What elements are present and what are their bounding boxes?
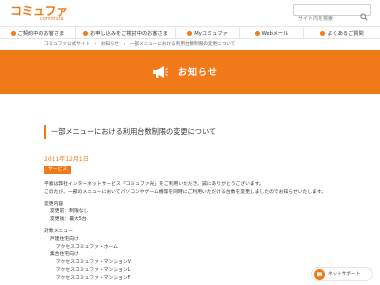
nav-item-label: お申し込みをご検討中のお客さま [90,30,168,37]
search-input[interactable] [294,14,356,24]
page-title: お知らせ [178,68,218,78]
body-line: アクセスコミュファ・ホーム [56,244,118,250]
article-title: 一部メニューにおける利用台数制限の変更について [44,125,340,139]
section-heading: 変更内容 [44,201,64,207]
support-label: ネットサポート [328,272,361,277]
nav-item-current-customers[interactable]: ご契約中のお客さま [0,27,76,39]
breadcrumb-separator: › [94,42,97,47]
nav-item-label: Myコミュファ [194,30,228,37]
nav-bullet-icon [187,30,193,36]
body-line: このたび、一部のメニューにおいてパソコンやゲーム機等を同時にご利用いただける台数… [44,189,327,195]
breadcrumb-link-news[interactable]: お知らせ [101,42,119,47]
logo-sub: commufa [40,16,64,22]
breadcrumb-separator: › [123,42,126,47]
body-line: 平素は弊社インターネットサービス「コミュファ光」をご利用いただき、誠にありがとう… [44,182,264,187]
page-banner: お知らせ [0,50,380,94]
breadcrumb-current: 一部メニューにおける利用台数制限の変更について [129,42,236,47]
nav-item-label: Webメール [261,30,289,37]
section-heading: 対象メニュー [44,228,73,234]
category-badge: サービス [44,166,72,174]
nav-bullet-icon [83,30,89,36]
nav-bullet-icon [320,30,326,36]
body-line: 変更前：制限なし [50,209,89,215]
article-date: 2011年12月1日 [44,156,89,163]
breadcrumb: コミュファ公式サイト › お知らせ › 一部メニューにおける利用台数制限の変更に… [44,41,238,47]
body-line: アクセスコミュファ・マンションL [56,267,131,273]
body-line: アクセスコミュファ・マンションF [56,275,131,281]
article-body: 平素は弊社インターネットサービス「コミュファ光」をご利用いただき、誠にありがとう… [44,181,354,283]
global-nav: ご契約中のお客さま お申し込みをご検討中のお客さま Myコミュファ Webメール… [0,26,380,39]
search-icon[interactable] [360,6,368,21]
body-line: 変更後：最大5台 [50,217,87,223]
nav-bullet-icon [254,30,260,36]
commufa-logo[interactable]: コミュファ commufa [10,5,70,23]
nav-item-mycommufa[interactable]: Myコミュファ [176,27,240,39]
support-chat-icon [314,268,325,280]
body-line: 集合住宅向け [50,252,79,258]
megaphone-icon [152,64,168,78]
nav-item-label: よくあるご質問 [327,30,364,37]
nav-item-faq[interactable]: よくあるご質問 [304,27,380,39]
body-line: 戸建住宅向け [50,236,79,242]
body-line: アクセスコミュファ・マンションV [56,260,131,266]
nav-item-prospective-customers[interactable]: お申し込みをご検討中のお客さま [76,27,176,39]
nav-item-label: ご契約中のお客さま [17,30,65,37]
nav-item-webmail[interactable]: Webメール [240,27,304,39]
site-search [293,4,371,24]
nav-bullet-icon [10,30,16,36]
net-support-button[interactable]: ネットサポート [311,267,373,281]
site-header: コミュファ commufa [0,0,380,26]
breadcrumb-link-home[interactable]: コミュファ公式サイト [44,42,90,47]
